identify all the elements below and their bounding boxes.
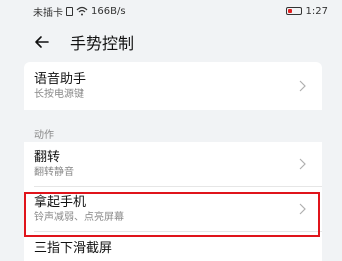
wifi-icon <box>76 6 88 16</box>
status-bar: 未插卡 166B/s 1:27 <box>0 0 342 22</box>
three-finger-screenshot-row[interactable]: 三指下滑截屏 <box>24 232 322 261</box>
row-text: 翻转 翻转静音 <box>34 149 74 179</box>
row-title: 翻转 <box>34 150 61 165</box>
battery-icon <box>285 7 302 15</box>
row-subtitle: 翻转静音 <box>34 167 74 178</box>
voice-assistant-row[interactable]: 语音助手 长按电源键 <box>24 62 322 110</box>
chevron-right-icon <box>299 203 306 215</box>
chevron-right-icon <box>299 80 306 92</box>
status-left: 未插卡 166B/s <box>33 4 126 19</box>
title-bar: 手势控制 <box>0 22 342 62</box>
row-subtitle: 长按电源键 <box>34 89 84 100</box>
voice-assistant-card: 语音助手 长按电源键 <box>24 62 322 110</box>
flip-row[interactable]: 翻转 翻转静音 <box>24 142 322 186</box>
sim-card-icon <box>66 6 73 16</box>
row-title: 语音助手 <box>34 72 87 87</box>
row-text: 语音助手 长按电源键 <box>34 71 86 101</box>
clock: 1:27 <box>305 5 328 17</box>
carrier-label: 未插卡 <box>33 7 63 19</box>
status-right: 1:27 <box>285 5 328 17</box>
row-title: 三指下滑截屏 <box>34 241 113 256</box>
row-title: 拿起手机 <box>34 195 87 210</box>
pickup-phone-row[interactable]: 拿起手机 铃声减弱、点亮屏幕 <box>24 187 322 231</box>
actions-card: 翻转 翻转静音 拿起手机 铃声减弱、点亮屏幕 三指下滑截屏 <box>24 142 322 261</box>
arrow-left-icon[interactable] <box>34 34 50 50</box>
row-text: 三指下滑截屏 <box>34 240 112 257</box>
chevron-right-icon <box>299 158 306 170</box>
page-title: 手势控制 <box>70 34 135 53</box>
row-subtitle: 铃声减弱、点亮屏幕 <box>34 212 124 223</box>
row-text: 拿起手机 铃声减弱、点亮屏幕 <box>34 194 124 224</box>
section-header-actions: 动作 <box>34 130 54 141</box>
network-speed: 166B/s <box>91 5 126 17</box>
